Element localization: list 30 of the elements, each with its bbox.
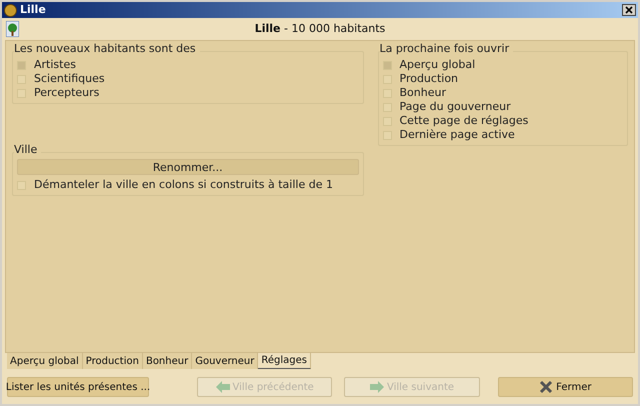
option-label: Cette page de réglages bbox=[400, 112, 528, 129]
tab[interactable]: Bonheur bbox=[142, 353, 192, 369]
option-label: Aperçu global bbox=[400, 56, 476, 73]
tab[interactable]: Réglages bbox=[258, 353, 311, 369]
city-heading: Lille - 10 000 habitants bbox=[254, 20, 386, 37]
tab[interactable]: Production bbox=[82, 353, 143, 369]
close-dialog-button[interactable]: Fermer bbox=[498, 377, 633, 397]
rename-button[interactable]: Renommer... bbox=[17, 159, 358, 175]
option-label: Scientifiques bbox=[34, 70, 105, 87]
close-icon bbox=[625, 6, 633, 14]
tab[interactable]: Aperçu global bbox=[7, 353, 83, 369]
list-units-button[interactable]: Lister les unités présentes ... bbox=[7, 377, 149, 397]
option-label: Artistes bbox=[34, 56, 76, 73]
option-label: Dernière page active bbox=[400, 126, 515, 143]
option-label: Démanteler la ville en colons si construits à taille de 1 bbox=[34, 176, 333, 193]
option-box[interactable] bbox=[382, 60, 392, 70]
close-button[interactable] bbox=[622, 4, 636, 16]
left-arrow-icon bbox=[216, 381, 230, 393]
option-box[interactable] bbox=[17, 60, 26, 70]
option-label: Page du gouverneur bbox=[400, 98, 511, 115]
close-icon bbox=[539, 380, 554, 394]
group-title: La prochaine fois ouvrir bbox=[380, 41, 514, 58]
option-label: Percepteurs bbox=[34, 84, 100, 101]
globe-icon bbox=[4, 4, 17, 16]
option-label: Production bbox=[400, 70, 458, 87]
option-label: Bonheur bbox=[400, 84, 446, 101]
window-title: Lille bbox=[20, 2, 47, 18]
tab[interactable]: Gouverneur bbox=[192, 353, 258, 369]
tree-icon bbox=[6, 21, 19, 37]
right-arrow-icon bbox=[370, 381, 384, 393]
